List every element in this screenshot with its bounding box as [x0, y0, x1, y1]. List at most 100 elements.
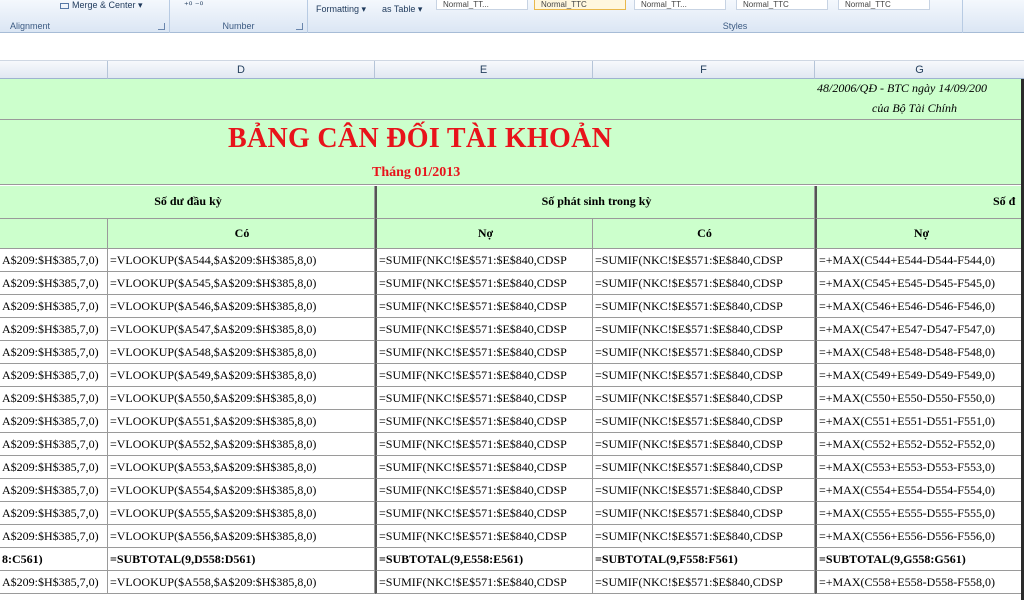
- cell-g[interactable]: =+MAX(C554+E554-D554-F554,0): [815, 479, 1024, 502]
- cell-c[interactable]: A$209:$H$385,7,0): [0, 272, 108, 295]
- column-header-e[interactable]: E: [375, 61, 593, 79]
- cell-d[interactable]: =VLOOKUP($A555,$A$209:$H$385,8,0): [108, 502, 375, 525]
- group-header-opening[interactable]: Số dư đầu kỳ: [0, 186, 375, 219]
- cell-e[interactable]: =SUMIF(NKC!$E$571:$E$840,CDSP: [375, 341, 593, 364]
- cell-e[interactable]: =SUMIF(NKC!$E$571:$E$840,CDSP: [375, 479, 593, 502]
- alignment-launcher-icon[interactable]: [158, 23, 165, 30]
- style-tile-5[interactable]: Normal_TTC: [838, 0, 930, 10]
- cell-g[interactable]: =+MAX(C555+E555-D555-F555,0): [815, 502, 1024, 525]
- cell-f[interactable]: =SUMIF(NKC!$E$571:$E$840,CDSP: [593, 295, 815, 318]
- cell-d[interactable]: =VLOOKUP($A551,$A$209:$H$385,8,0): [108, 410, 375, 433]
- style-tile-2[interactable]: Normal_TTC: [534, 0, 626, 10]
- style-tile-3[interactable]: Normal_TT...: [634, 0, 726, 10]
- cell-e[interactable]: =SUMIF(NKC!$E$571:$E$840,CDSP: [375, 295, 593, 318]
- cell-g[interactable]: =+MAX(C551+E551-D551-F551,0): [815, 410, 1024, 433]
- cell-e[interactable]: =SUMIF(NKC!$E$571:$E$840,CDSP: [375, 387, 593, 410]
- cell-f[interactable]: =SUMIF(NKC!$E$571:$E$840,CDSP: [593, 249, 815, 272]
- decimal-buttons[interactable]: ⁺⁰ ⁻⁰: [184, 0, 203, 11]
- cell-g[interactable]: =+MAX(C556+E556-D556-F556,0): [815, 525, 1024, 548]
- cell-g[interactable]: =+MAX(C550+E550-D550-F550,0): [815, 387, 1024, 410]
- group-header-period[interactable]: Số phát sinh trong kỳ: [375, 186, 815, 219]
- cell-d[interactable]: =VLOOKUP($A556,$A$209:$H$385,8,0): [108, 525, 375, 548]
- cell-e[interactable]: =SUMIF(NKC!$E$571:$E$840,CDSP: [375, 249, 593, 272]
- cell-c[interactable]: A$209:$H$385,7,0): [0, 341, 108, 364]
- cell-d[interactable]: =VLOOKUP($A558,$A$209:$H$385,8,0): [108, 571, 375, 594]
- cell-d[interactable]: =VLOOKUP($A553,$A$209:$H$385,8,0): [108, 456, 375, 479]
- cell-f[interactable]: =SUMIF(NKC!$E$571:$E$840,CDSP: [593, 364, 815, 387]
- subheader-e[interactable]: Nợ: [375, 219, 593, 249]
- cell-d[interactable]: =VLOOKUP($A548,$A$209:$H$385,8,0): [108, 341, 375, 364]
- formula-bar-area[interactable]: [0, 33, 1024, 61]
- format-as-table-button[interactable]: as Table ▾: [382, 4, 422, 15]
- cell-e[interactable]: =SUMIF(NKC!$E$571:$E$840,CDSP: [375, 433, 593, 456]
- cell-e[interactable]: =SUMIF(NKC!$E$571:$E$840,CDSP: [375, 410, 593, 433]
- cell-d[interactable]: =VLOOKUP($A549,$A$209:$H$385,8,0): [108, 364, 375, 387]
- cell-d[interactable]: =VLOOKUP($A547,$A$209:$H$385,8,0): [108, 318, 375, 341]
- cell-d[interactable]: =VLOOKUP($A546,$A$209:$H$385,8,0): [108, 295, 375, 318]
- group-header-closing[interactable]: Số đ: [815, 186, 1024, 219]
- cell-c[interactable]: A$209:$H$385,7,0): [0, 410, 108, 433]
- cell-g[interactable]: =+MAX(C552+E552-D552-F552,0): [815, 433, 1024, 456]
- subheader-f[interactable]: Có: [593, 219, 815, 249]
- cell-f[interactable]: =SUMIF(NKC!$E$571:$E$840,CDSP: [593, 433, 815, 456]
- cell-d[interactable]: =SUBTOTAL(9,D558:D561): [108, 548, 375, 571]
- column-header-f[interactable]: F: [593, 61, 815, 79]
- cell-c[interactable]: A$209:$H$385,7,0): [0, 387, 108, 410]
- cell-g[interactable]: =SUBTOTAL(9,G558:G561): [815, 548, 1024, 571]
- conditional-formatting-button[interactable]: Formatting ▾: [316, 4, 366, 15]
- cell-f[interactable]: =SUMIF(NKC!$E$571:$E$840,CDSP: [593, 272, 815, 295]
- subheader-c[interactable]: [0, 219, 108, 249]
- cell-e[interactable]: =SUBTOTAL(9,E558:E561): [375, 548, 593, 571]
- cell-d[interactable]: =VLOOKUP($A554,$A$209:$H$385,8,0): [108, 479, 375, 502]
- cell-c[interactable]: A$209:$H$385,7,0): [0, 318, 108, 341]
- column-header-d[interactable]: D: [108, 61, 375, 79]
- cell-c[interactable]: A$209:$H$385,7,0): [0, 525, 108, 548]
- number-launcher-icon[interactable]: [296, 23, 303, 30]
- cell-c[interactable]: A$209:$H$385,7,0): [0, 249, 108, 272]
- cell-f[interactable]: =SUMIF(NKC!$E$571:$E$840,CDSP: [593, 387, 815, 410]
- cell-f[interactable]: =SUMIF(NKC!$E$571:$E$840,CDSP: [593, 571, 815, 594]
- cell-g[interactable]: =+MAX(C558+E558-D558-F558,0): [815, 571, 1024, 594]
- subheader-g[interactable]: Nợ: [815, 219, 1024, 249]
- cell-g[interactable]: =+MAX(C549+E549-D549-F549,0): [815, 364, 1024, 387]
- cell-c[interactable]: A$209:$H$385,7,0): [0, 295, 108, 318]
- cell-g[interactable]: =+MAX(C553+E553-D553-F553,0): [815, 456, 1024, 479]
- cell-c[interactable]: A$209:$H$385,7,0): [0, 571, 108, 594]
- cell-c[interactable]: A$209:$H$385,7,0): [0, 479, 108, 502]
- cell-g[interactable]: =+MAX(C544+E544-D544-F544,0): [815, 249, 1024, 272]
- cell-d[interactable]: =VLOOKUP($A550,$A$209:$H$385,8,0): [108, 387, 375, 410]
- cell-g[interactable]: =+MAX(C548+E548-D548-F548,0): [815, 341, 1024, 364]
- cell-g[interactable]: =+MAX(C545+E545-D545-F545,0): [815, 272, 1024, 295]
- cell-e[interactable]: =SUMIF(NKC!$E$571:$E$840,CDSP: [375, 571, 593, 594]
- column-header-g[interactable]: G: [815, 61, 1024, 79]
- cell-f[interactable]: =SUBTOTAL(9,F558:F561): [593, 548, 815, 571]
- cell-c[interactable]: A$209:$H$385,7,0): [0, 433, 108, 456]
- cell-c[interactable]: 8:C561): [0, 548, 108, 571]
- cell-d[interactable]: =VLOOKUP($A544,$A$209:$H$385,8,0): [108, 249, 375, 272]
- cell-f[interactable]: =SUMIF(NKC!$E$571:$E$840,CDSP: [593, 318, 815, 341]
- cell-c[interactable]: A$209:$H$385,7,0): [0, 456, 108, 479]
- cell-c[interactable]: A$209:$H$385,7,0): [0, 364, 108, 387]
- cell-e[interactable]: =SUMIF(NKC!$E$571:$E$840,CDSP: [375, 456, 593, 479]
- cell-c[interactable]: A$209:$H$385,7,0): [0, 502, 108, 525]
- cell-e[interactable]: =SUMIF(NKC!$E$571:$E$840,CDSP: [375, 502, 593, 525]
- subheader-d[interactable]: Có: [108, 219, 375, 249]
- cell-d[interactable]: =VLOOKUP($A545,$A$209:$H$385,8,0): [108, 272, 375, 295]
- cell-f[interactable]: =SUMIF(NKC!$E$571:$E$840,CDSP: [593, 410, 815, 433]
- cell-f[interactable]: =SUMIF(NKC!$E$571:$E$840,CDSP: [593, 479, 815, 502]
- cell-g[interactable]: =+MAX(C546+E546-D546-F546,0): [815, 295, 1024, 318]
- column-header-c[interactable]: [0, 61, 108, 79]
- merge-center-button[interactable]: Merge & Center ▾: [60, 0, 143, 11]
- cell-e[interactable]: =SUMIF(NKC!$E$571:$E$840,CDSP: [375, 272, 593, 295]
- style-tile-4[interactable]: Normal_TTC: [736, 0, 828, 10]
- cell-e[interactable]: =SUMIF(NKC!$E$571:$E$840,CDSP: [375, 525, 593, 548]
- cell-f[interactable]: =SUMIF(NKC!$E$571:$E$840,CDSP: [593, 502, 815, 525]
- cell-f[interactable]: =SUMIF(NKC!$E$571:$E$840,CDSP: [593, 341, 815, 364]
- cell-f[interactable]: =SUMIF(NKC!$E$571:$E$840,CDSP: [593, 525, 815, 548]
- cell-d[interactable]: =VLOOKUP($A552,$A$209:$H$385,8,0): [108, 433, 375, 456]
- cell-e[interactable]: =SUMIF(NKC!$E$571:$E$840,CDSP: [375, 364, 593, 387]
- cell-e[interactable]: =SUMIF(NKC!$E$571:$E$840,CDSP: [375, 318, 593, 341]
- cell-g[interactable]: =+MAX(C547+E547-D547-F547,0): [815, 318, 1024, 341]
- style-tile-1[interactable]: Normal_TT...: [436, 0, 528, 10]
- cell-f[interactable]: =SUMIF(NKC!$E$571:$E$840,CDSP: [593, 456, 815, 479]
